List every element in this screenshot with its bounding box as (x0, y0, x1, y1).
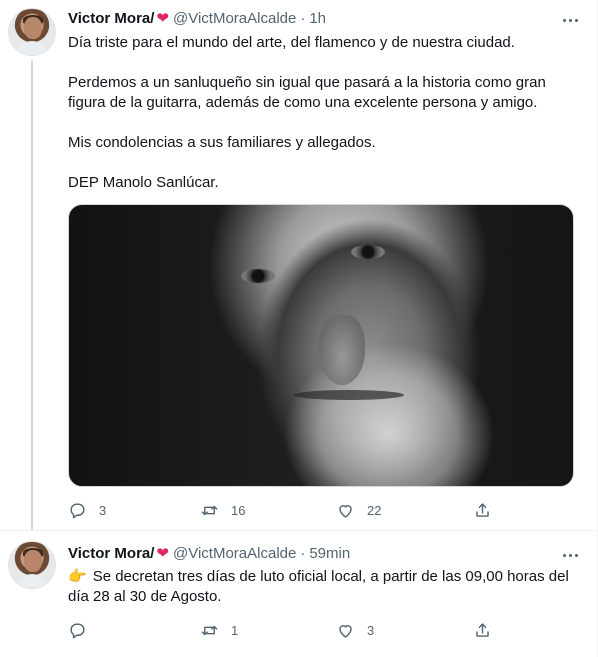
retweet-count: 1 (231, 622, 239, 638)
reply-button[interactable] (68, 621, 99, 640)
like-icon (339, 624, 352, 638)
tweet-paragraph: DEP Manolo Sanlúcar. (68, 174, 219, 191)
like-icon (339, 504, 352, 518)
tweet-header: Victor Mora/ ❤ @VictMoraAlcalde · 59min (68, 544, 350, 563)
avatar[interactable] (8, 541, 56, 589)
separator: · (300, 544, 306, 562)
retweet-icon (201, 625, 218, 635)
retweet-icon (201, 505, 218, 515)
heart-emoji: ❤ (156, 10, 169, 27)
reply-count: 3 (99, 502, 107, 518)
photo-detail (351, 245, 385, 259)
photo-detail (319, 315, 365, 385)
tweet-actions: 3 16 22 (68, 498, 498, 522)
share-icon (476, 502, 489, 517)
tweet-header: Victor Mora/ ❤ @VictMoraAlcalde · 1h (68, 9, 326, 28)
thread-line (31, 60, 33, 530)
retweet-button[interactable]: 16 (200, 501, 245, 520)
author-name[interactable]: Victor Mora/ (68, 10, 154, 27)
retweet-count: 16 (231, 502, 246, 518)
separator: · (300, 9, 306, 27)
tweet-paragraph: Mis condolencias a sus familiares y alle… (68, 134, 376, 151)
share-button[interactable] (473, 501, 492, 520)
tweet-paragraph: Perdemos a un sanluqueño sin igual que p… (68, 74, 546, 111)
tweet-text: Día triste para el mundo del arte, del f… (68, 33, 578, 193)
like-count: 3 (367, 622, 375, 638)
like-button[interactable]: 3 (336, 621, 374, 640)
like-button[interactable]: 22 (336, 501, 381, 520)
reply-icon (70, 622, 85, 638)
tweet-paragraph: Día triste para el mundo del arte, del f… (68, 34, 515, 51)
author-name[interactable]: Victor Mora/ (68, 545, 154, 562)
pointing-hand-emoji: 👉 (68, 568, 87, 585)
retweet-button[interactable]: 1 (200, 621, 238, 640)
heart-emoji: ❤ (156, 545, 169, 562)
tweet-actions: 1 3 (68, 618, 498, 642)
like-count: 22 (367, 502, 382, 518)
author-handle[interactable]: @VictMoraAlcalde (173, 545, 296, 562)
timestamp[interactable]: 59min (309, 545, 350, 562)
more-icon[interactable] (560, 545, 580, 565)
tweet-body: Se decretan tres días de luto oficial lo… (68, 568, 569, 605)
author-handle[interactable]: @VictMoraAlcalde (173, 10, 296, 27)
tweet-photo[interactable] (68, 204, 574, 487)
reply-icon (70, 502, 85, 518)
photo-detail (294, 390, 404, 400)
timestamp[interactable]: 1h (309, 10, 326, 27)
share-icon (476, 622, 489, 637)
reply-button[interactable]: 3 (68, 501, 106, 520)
tweet-text: 👉 Se decretan tres días de luto oficial l… (68, 567, 578, 607)
more-icon[interactable] (560, 10, 580, 30)
photo-detail (241, 269, 275, 283)
tweet-1[interactable]: Victor Mora/ ❤ @VictMoraAlcalde · 1h Día… (0, 0, 598, 530)
share-button[interactable] (473, 621, 492, 640)
tweet-2[interactable]: Victor Mora/ ❤ @VictMoraAlcalde · 59min … (0, 530, 598, 657)
avatar[interactable] (8, 8, 56, 56)
